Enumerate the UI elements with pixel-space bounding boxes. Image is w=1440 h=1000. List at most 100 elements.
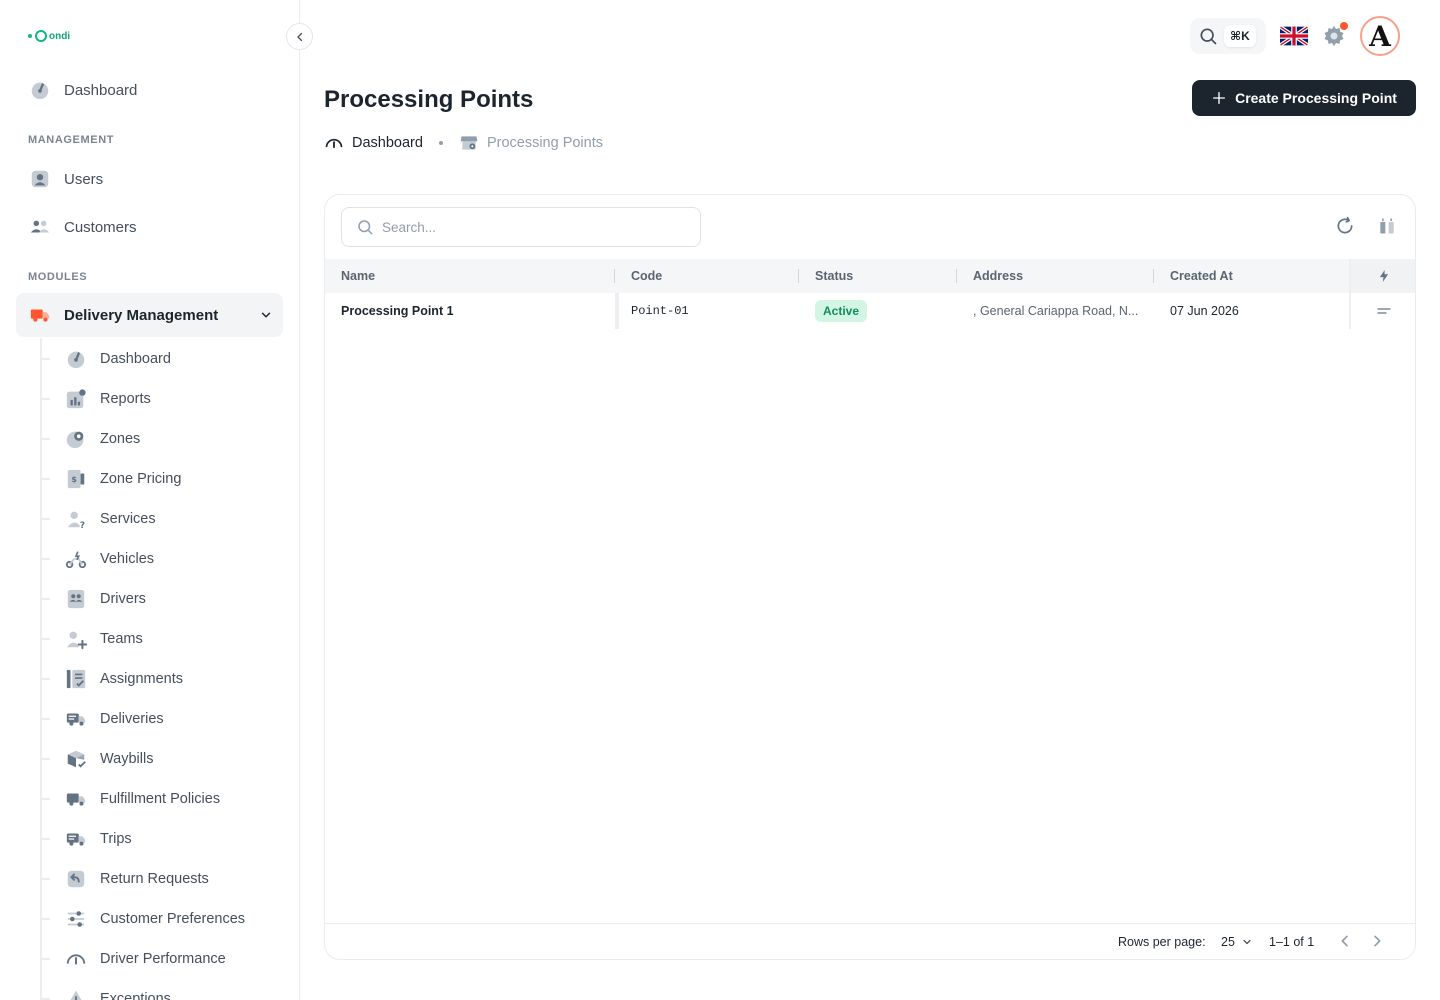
sidebar-subitem-dashboard[interactable]: Dashboard (42, 341, 283, 377)
column-resizer[interactable] (1153, 269, 1154, 283)
column-header-created-at[interactable]: Created At (1170, 259, 1233, 293)
sidebar-subitem-assignments[interactable]: Assignments (42, 661, 283, 697)
table-row[interactable]: Processing Point 1 Point-01 Active , Gen… (325, 293, 1415, 329)
search-icon (358, 220, 373, 235)
breadcrumb-item-processing-points: Processing Points (459, 133, 603, 153)
sidebar-subitem-exceptions[interactable]: Exceptions (42, 981, 283, 1000)
chevron-left-icon (296, 32, 302, 41)
lightning-icon (1379, 270, 1389, 282)
fulfillment-icon (64, 787, 88, 811)
table-header: Name Code Status Address Created At (325, 259, 1415, 293)
create-processing-point-button[interactable]: Create Processing Point (1192, 80, 1416, 116)
dashboard-icon (28, 78, 52, 102)
sidebar-subitem-label: Waybills (100, 751, 154, 767)
rows-per-page-value: 25 (1221, 935, 1235, 949)
sidebar-item-label: Dashboard (64, 81, 138, 99)
columns-icon[interactable] (1377, 216, 1397, 236)
plus-icon (1213, 92, 1226, 104)
pagination-controls (1337, 933, 1385, 949)
refresh-icon[interactable] (1335, 216, 1355, 236)
vehicles-icon (64, 547, 88, 571)
logo-dot (28, 34, 32, 38)
sidebar-subitem-label: Trips (100, 831, 132, 847)
deliveries-icon (64, 707, 88, 731)
sidebar-subitem-deliveries[interactable]: Deliveries (42, 701, 283, 737)
teams-icon (64, 627, 88, 651)
uk-flag-icon[interactable] (1280, 26, 1308, 46)
sidebar-item-customers[interactable]: Customers (16, 205, 283, 249)
breadcrumb-label: Processing Points (486, 135, 603, 151)
sidebar-subitem-reports[interactable]: Reports (42, 381, 283, 417)
breadcrumb-separator (438, 141, 443, 145)
column-header-name[interactable]: Name (341, 259, 375, 293)
notification-dot (1340, 22, 1348, 30)
rows-per-page-select[interactable]: 25 (1221, 935, 1253, 949)
column-header-status[interactable]: Status (815, 259, 853, 293)
brand-logo[interactable]: ondi (28, 30, 70, 42)
sidebar-collapse-button[interactable] (286, 23, 313, 50)
table-pagination: Rows per page: 25 1–1 of 1 (325, 923, 1415, 959)
sidebar-subitem-teams[interactable]: Teams (42, 621, 283, 657)
sidebar-subitem-driver-performance[interactable]: Driver Performance (42, 941, 283, 977)
sidebar-subitem-label: Return Requests (100, 871, 209, 887)
cell-name: Processing Point 1 (341, 304, 454, 318)
sidebar-subitem-label: Customer Preferences (100, 911, 246, 927)
sidebar-subitem-label: Exceptions (100, 991, 171, 1000)
sidebar-item-dashboard[interactable]: Dashboard (16, 68, 283, 112)
pagination-range: 1–1 of 1 (1269, 935, 1315, 949)
tree-branch (42, 878, 50, 880)
sidebar-item-delivery-management[interactable]: Delivery Management (16, 293, 283, 337)
global-search-button[interactable]: ⌘K (1190, 18, 1266, 54)
tree-branch (42, 398, 50, 400)
sidebar-subitem-vehicles[interactable]: Vehicles (42, 541, 283, 577)
row-actions[interactable] (1351, 293, 1415, 329)
sidebar-subitem-label: Driver Performance (100, 951, 226, 967)
sidebar-subitem-label: Drivers (100, 591, 146, 607)
sidebar-item-label: Delivery Management (64, 306, 219, 324)
sidebar-subitem-trips[interactable]: Trips (42, 821, 283, 857)
tree-branch (42, 718, 50, 720)
sidebar-subitem-fulfillment-policies[interactable]: Fulfillment Policies (42, 781, 283, 817)
column-resizer[interactable] (798, 269, 799, 283)
sidebar-subitem-label: Deliveries (100, 711, 164, 727)
table-search[interactable] (341, 207, 701, 247)
column-header-code[interactable]: Code (631, 259, 662, 293)
tree-branch (42, 558, 50, 560)
actions-column (1349, 259, 1415, 329)
breadcrumb-item-dashboard[interactable]: Dashboard (324, 133, 423, 153)
chevron-right-icon[interactable] (1369, 933, 1385, 949)
status-badge: Active (815, 300, 868, 322)
sidebar-subitem-return-requests[interactable]: Return Requests (42, 861, 283, 897)
sidebar-item-label: Users (64, 170, 104, 188)
sidebar-subitem-waybills[interactable]: Waybills (42, 741, 283, 777)
column-resizer[interactable] (956, 269, 957, 283)
search-input[interactable] (382, 219, 682, 235)
column-header-address[interactable]: Address (973, 259, 1023, 293)
tree-branch (42, 678, 50, 680)
avatar[interactable]: A (1360, 16, 1400, 56)
section-label-management: MANAGEMENT (28, 134, 115, 146)
avatar-letter: A (1369, 19, 1391, 53)
sidebar-subitem-zone-pricing[interactable]: $ Zone Pricing (42, 461, 283, 497)
services-icon: ? (64, 507, 88, 531)
breadcrumb: Dashboard Processing Points (324, 133, 603, 153)
cell-address: , General Cariappa Road, N... (973, 304, 1139, 318)
row-menu-icon[interactable] (1376, 303, 1392, 319)
return-icon (64, 867, 88, 891)
sidebar-subitem-drivers[interactable]: Drivers (42, 581, 283, 617)
column-resizer[interactable] (614, 269, 615, 283)
sidebar-subitem-zones[interactable]: Zones (42, 421, 283, 457)
settings-button[interactable] (1322, 22, 1348, 48)
sidebar-subitem-customer-preferences[interactable]: Customer Preferences (42, 901, 283, 937)
sidebar-subitem-services[interactable]: ? Services (42, 501, 283, 537)
store-icon (460, 136, 478, 150)
chevron-left-icon[interactable] (1337, 933, 1353, 949)
sidebar-item-users[interactable]: Users (16, 157, 283, 201)
svg-text:?: ? (80, 520, 85, 530)
chevron-down-icon[interactable] (259, 308, 273, 322)
pinned-column-edge (615, 293, 619, 329)
customers-icon (28, 215, 52, 239)
tree-branch (42, 478, 50, 480)
tree-branch (42, 438, 50, 440)
sidebar-subitem-label: Reports (100, 391, 151, 407)
